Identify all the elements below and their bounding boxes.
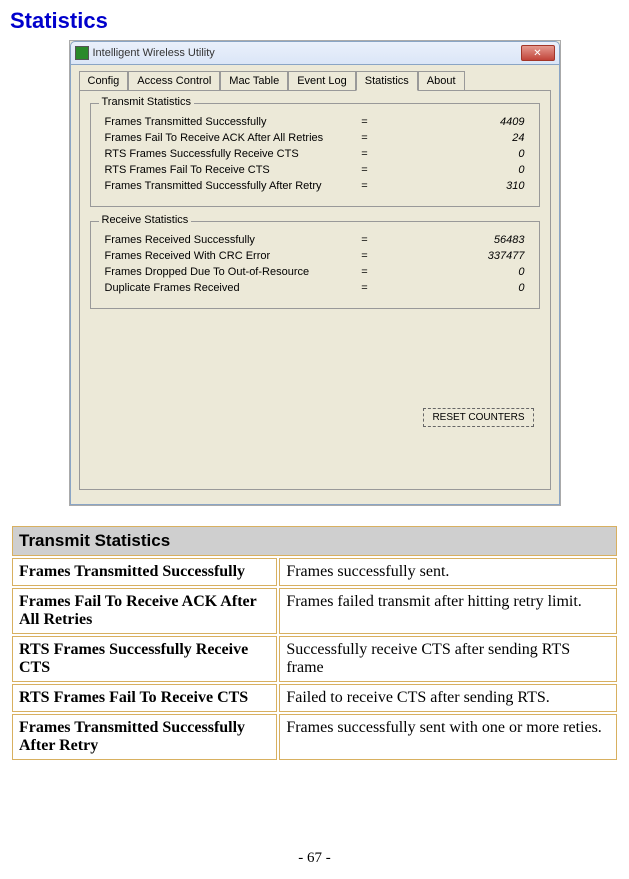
tab-strip: Config Access Control Mac Table Event Lo… <box>79 71 551 91</box>
stat-value: 4409 <box>405 116 525 128</box>
description-table: Transmit Statistics Frames Transmitted S… <box>10 524 619 762</box>
transmit-legend: Transmit Statistics <box>99 96 194 108</box>
equals-sign: = <box>325 266 405 278</box>
table-row: Frames Transmitted Successfully After Re… <box>12 714 617 760</box>
table-row: Frames Fail To Receive ACK After All Ret… <box>12 588 617 634</box>
stat-row: Frames Transmitted Successfully After Re… <box>105 178 525 194</box>
stat-row: RTS Frames Successfully Receive CTS = 0 <box>105 146 525 162</box>
stat-label: Frames Received With CRC Error <box>105 250 325 262</box>
table-label: Frames Transmitted Successfully After Re… <box>12 714 277 760</box>
equals-sign: = <box>325 180 405 192</box>
stat-label: Frames Transmitted Successfully After Re… <box>105 180 325 192</box>
stat-value: 0 <box>405 164 525 176</box>
stat-value: 337477 <box>405 250 525 262</box>
equals-sign: = <box>325 116 405 128</box>
stat-label: RTS Frames Successfully Receive CTS <box>105 148 325 160</box>
app-window: Intelligent Wireless Utility ✕ Config Ac… <box>70 41 560 505</box>
stat-label: Frames Received Successfully <box>105 234 325 246</box>
equals-sign: = <box>325 132 405 144</box>
screenshot-frame: Intelligent Wireless Utility ✕ Config Ac… <box>69 40 561 506</box>
stat-row: Frames Received Successfully = 56483 <box>105 232 525 248</box>
stat-label: Frames Dropped Due To Out-of-Resource <box>105 266 325 278</box>
tab-about[interactable]: About <box>418 71 465 91</box>
stat-value: 0 <box>405 282 525 294</box>
table-desc: Successfully receive CTS after sending R… <box>279 636 617 682</box>
stat-row: RTS Frames Fail To Receive CTS = 0 <box>105 162 525 178</box>
equals-sign: = <box>325 250 405 262</box>
equals-sign: = <box>325 148 405 160</box>
tab-access-control[interactable]: Access Control <box>128 71 220 91</box>
tab-panel-statistics: Transmit Statistics Frames Transmitted S… <box>79 90 551 490</box>
equals-sign: = <box>325 234 405 246</box>
stat-value: 310 <box>405 180 525 192</box>
stat-value: 56483 <box>405 234 525 246</box>
tab-mac-table[interactable]: Mac Table <box>220 71 288 91</box>
stat-label: Frames Transmitted Successfully <box>105 116 325 128</box>
tab-event-log[interactable]: Event Log <box>288 71 356 91</box>
table-label: Frames Fail To Receive ACK After All Ret… <box>12 588 277 634</box>
tab-config[interactable]: Config <box>79 71 129 91</box>
page-heading: Statistics <box>10 8 619 34</box>
transmit-groupbox: Transmit Statistics Frames Transmitted S… <box>90 103 540 207</box>
table-desc: Failed to receive CTS after sending RTS. <box>279 684 617 712</box>
stat-row: Frames Transmitted Successfully = 4409 <box>105 114 525 130</box>
stat-label: Frames Fail To Receive ACK After All Ret… <box>105 132 325 144</box>
table-row: RTS Frames Successfully Receive CTS Succ… <box>12 636 617 682</box>
stat-row: Frames Fail To Receive ACK After All Ret… <box>105 130 525 146</box>
stat-value: 0 <box>405 266 525 278</box>
table-row: Frames Transmitted Successfully Frames s… <box>12 558 617 586</box>
window-title: Intelligent Wireless Utility <box>93 47 521 59</box>
stat-row: Duplicate Frames Received = 0 <box>105 280 525 296</box>
table-label: RTS Frames Fail To Receive CTS <box>12 684 277 712</box>
table-header: Transmit Statistics <box>12 526 617 556</box>
stat-value: 24 <box>405 132 525 144</box>
receive-legend: Receive Statistics <box>99 214 192 226</box>
close-icon[interactable]: ✕ <box>521 45 555 61</box>
table-desc: Frames successfully sent. <box>279 558 617 586</box>
table-label: Frames Transmitted Successfully <box>12 558 277 586</box>
table-desc: Frames failed transmit after hitting ret… <box>279 588 617 634</box>
table-desc: Frames successfully sent with one or mor… <box>279 714 617 760</box>
stat-label: RTS Frames Fail To Receive CTS <box>105 164 325 176</box>
stat-row: Frames Dropped Due To Out-of-Resource = … <box>105 264 525 280</box>
tab-statistics[interactable]: Statistics <box>356 71 418 91</box>
reset-counters-button[interactable]: RESET COUNTERS <box>423 408 533 427</box>
titlebar: Intelligent Wireless Utility ✕ <box>70 41 560 65</box>
page-number: - 67 - <box>0 850 629 867</box>
window-body: Config Access Control Mac Table Event Lo… <box>70 65 560 505</box>
equals-sign: = <box>325 164 405 176</box>
stat-value: 0 <box>405 148 525 160</box>
stat-row: Frames Received With CRC Error = 337477 <box>105 248 525 264</box>
app-icon <box>75 46 89 60</box>
stat-label: Duplicate Frames Received <box>105 282 325 294</box>
equals-sign: = <box>325 282 405 294</box>
receive-groupbox: Receive Statistics Frames Received Succe… <box>90 221 540 309</box>
table-row: RTS Frames Fail To Receive CTS Failed to… <box>12 684 617 712</box>
table-label: RTS Frames Successfully Receive CTS <box>12 636 277 682</box>
